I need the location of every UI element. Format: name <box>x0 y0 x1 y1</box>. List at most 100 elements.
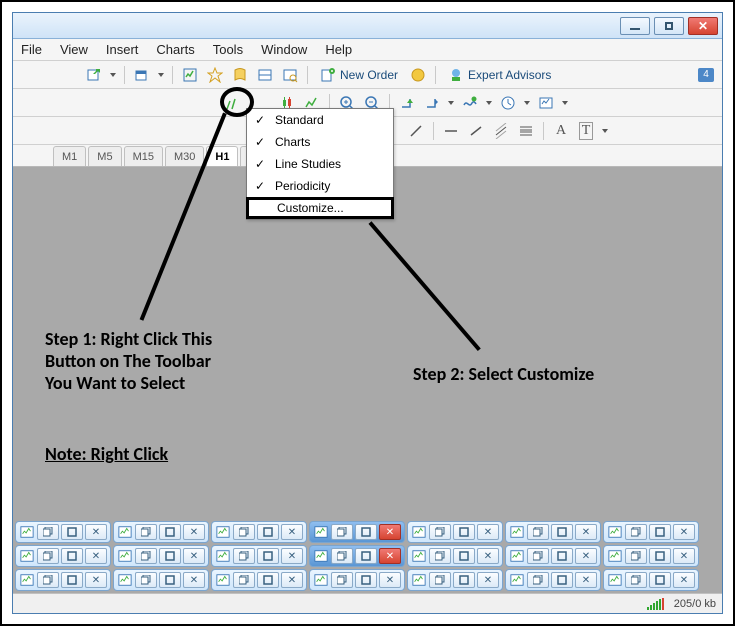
text-icon[interactable]: A <box>550 120 572 142</box>
new-order-button[interactable]: New Order <box>314 64 404 86</box>
child-window[interactable]: ✕ <box>113 569 209 591</box>
market-watch-icon[interactable] <box>179 64 201 86</box>
child-window[interactable]: ✕ <box>407 569 503 591</box>
child-window[interactable]: ✕ <box>113 545 209 567</box>
child-window[interactable]: ✕ <box>309 545 405 567</box>
menu-help[interactable]: Help <box>325 42 352 57</box>
restore-button[interactable] <box>527 572 549 588</box>
menu-window[interactable]: Window <box>261 42 307 57</box>
period-tab-m5[interactable]: M5 <box>88 146 121 166</box>
max-button[interactable] <box>355 572 377 588</box>
close-button[interactable]: ✕ <box>379 524 401 540</box>
close-button[interactable]: ✕ <box>379 548 401 564</box>
max-button[interactable] <box>257 572 279 588</box>
max-button[interactable] <box>453 572 475 588</box>
close-button[interactable]: ✕ <box>673 572 695 588</box>
max-button[interactable] <box>61 572 83 588</box>
child-window[interactable]: ✕ <box>407 521 503 543</box>
menu-charts[interactable]: Charts <box>156 42 194 57</box>
menu-file[interactable]: File <box>21 42 42 57</box>
restore-button[interactable] <box>429 524 451 540</box>
max-button[interactable] <box>159 572 181 588</box>
child-window[interactable]: ✕ <box>603 521 699 543</box>
child-window[interactable]: ✕ <box>211 521 307 543</box>
dropdown-icon[interactable] <box>446 92 456 114</box>
templates-icon[interactable] <box>535 92 557 114</box>
ctx-item-periodicity[interactable]: Periodicity <box>247 175 393 197</box>
dropdown-icon[interactable] <box>484 92 494 114</box>
ctx-item-line-studies[interactable]: Line Studies <box>247 153 393 175</box>
max-button[interactable] <box>649 524 671 540</box>
ctx-item-standard[interactable]: Standard <box>247 109 393 131</box>
dropdown-icon[interactable] <box>600 120 610 142</box>
close-button[interactable]: ✕ <box>183 548 205 564</box>
max-button[interactable] <box>453 548 475 564</box>
close-button[interactable]: ✕ <box>673 548 695 564</box>
equidistant-icon[interactable] <box>490 120 512 142</box>
max-button[interactable] <box>355 548 377 564</box>
restore-button[interactable] <box>527 524 549 540</box>
dropdown-icon[interactable] <box>156 64 166 86</box>
trendline-icon[interactable] <box>465 120 487 142</box>
close-button[interactable]: ✕ <box>575 548 597 564</box>
close-button[interactable]: ✕ <box>183 572 205 588</box>
child-window[interactable]: ✕ <box>113 521 209 543</box>
close-button[interactable]: ✕ <box>477 572 499 588</box>
ctx-item-charts[interactable]: Charts <box>247 131 393 153</box>
max-button[interactable] <box>551 572 573 588</box>
max-button[interactable] <box>159 548 181 564</box>
restore-button[interactable] <box>233 548 255 564</box>
child-window[interactable]: ✕ <box>15 545 111 567</box>
restore-button[interactable] <box>331 572 353 588</box>
restore-button[interactable] <box>37 524 59 540</box>
meta-icon[interactable] <box>407 64 429 86</box>
chart-shift-icon[interactable] <box>421 92 443 114</box>
ctx-item-customize[interactable]: Customize... <box>246 197 394 219</box>
restore-button[interactable] <box>429 548 451 564</box>
close-button[interactable]: ✕ <box>281 548 303 564</box>
child-window[interactable]: ✕ <box>211 569 307 591</box>
restore-button[interactable] <box>527 548 549 564</box>
restore-button[interactable] <box>37 548 59 564</box>
max-button[interactable] <box>649 572 671 588</box>
restore-button[interactable] <box>135 548 157 564</box>
child-window[interactable]: ✕ <box>211 545 307 567</box>
close-button[interactable] <box>688 17 718 35</box>
menu-insert[interactable]: Insert <box>106 42 139 57</box>
period-tab-m15[interactable]: M15 <box>124 146 163 166</box>
dropdown-icon[interactable] <box>560 92 570 114</box>
minimize-button[interactable] <box>620 17 650 35</box>
close-button[interactable]: ✕ <box>281 572 303 588</box>
close-button[interactable]: ✕ <box>673 524 695 540</box>
max-button[interactable] <box>453 524 475 540</box>
terminal-icon[interactable] <box>254 64 276 86</box>
dropdown-icon[interactable] <box>522 92 532 114</box>
periodicity-icon[interactable] <box>497 92 519 114</box>
close-button[interactable]: ✕ <box>85 572 107 588</box>
horizontal-line-icon[interactable] <box>440 120 462 142</box>
close-button[interactable]: ✕ <box>183 524 205 540</box>
child-window[interactable]: ✕ <box>505 545 601 567</box>
child-window[interactable]: ✕ <box>407 545 503 567</box>
child-window[interactable]: ✕ <box>15 521 111 543</box>
expert-advisors-button[interactable]: Expert Advisors <box>442 64 557 86</box>
close-button[interactable]: ✕ <box>477 548 499 564</box>
max-button[interactable] <box>649 548 671 564</box>
max-button[interactable] <box>61 524 83 540</box>
restore-button[interactable] <box>233 572 255 588</box>
restore-button[interactable] <box>135 524 157 540</box>
close-button[interactable]: ✕ <box>575 524 597 540</box>
maximize-button[interactable] <box>654 17 684 35</box>
close-button[interactable]: ✕ <box>85 524 107 540</box>
child-window[interactable]: ✕ <box>603 569 699 591</box>
max-button[interactable] <box>257 548 279 564</box>
restore-button[interactable] <box>429 572 451 588</box>
period-tab-m30[interactable]: M30 <box>165 146 204 166</box>
restore-button[interactable] <box>625 524 647 540</box>
period-tab-h1[interactable]: H1 <box>206 146 238 166</box>
restore-button[interactable] <box>625 572 647 588</box>
close-button[interactable]: ✕ <box>477 524 499 540</box>
profiles-icon[interactable] <box>131 64 153 86</box>
max-button[interactable] <box>61 548 83 564</box>
max-button[interactable] <box>355 524 377 540</box>
